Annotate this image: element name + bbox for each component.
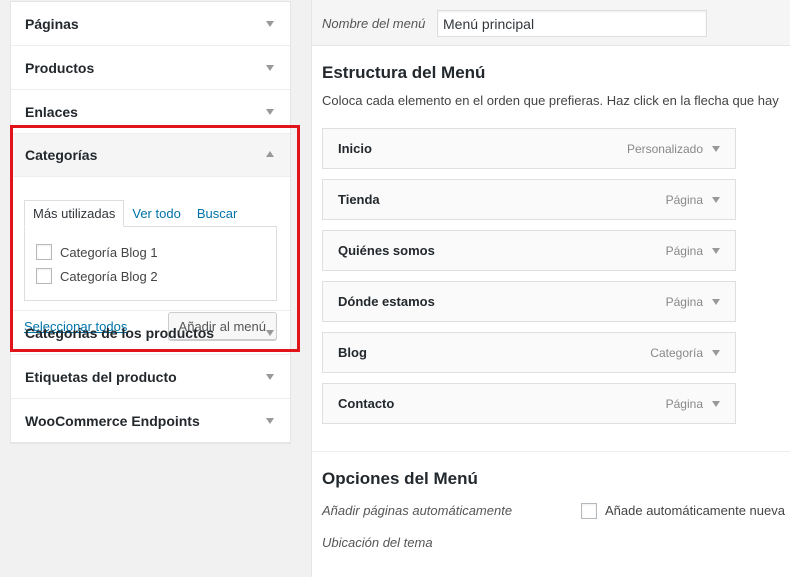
chevron-down-icon[interactable]: [712, 349, 720, 356]
categorias-panel: Más utilizadas Ver todo Buscar Categoría…: [11, 177, 290, 340]
chevron-down-icon[interactable]: [712, 298, 720, 305]
category-label[interactable]: Categoría Blog 1: [60, 245, 158, 260]
accordion-section-categorias: Categorías Más utilizadas Ver todo Busca…: [11, 134, 290, 340]
categorias-checklist: Categoría Blog 1 Categoría Blog 2: [24, 226, 277, 301]
menu-item[interactable]: Blog Categoría: [322, 332, 736, 373]
chevron-down-icon[interactable]: [712, 145, 720, 152]
menu-item-title: Inicio: [338, 141, 372, 156]
menu-items-accordion: Páginas Productos Enlaces Categorías Más…: [10, 1, 291, 444]
auto-add-pages-checkbox-label[interactable]: Añade automáticamente nueva: [605, 503, 785, 518]
menu-item[interactable]: Tienda Página: [322, 179, 736, 220]
accordion-title: Etiquetas del producto: [25, 368, 177, 385]
theme-location-label: Ubicación del tema: [322, 535, 433, 550]
accordion-title: WooCommerce Endpoints: [25, 412, 200, 429]
accordion-section-etiquetas[interactable]: Etiquetas del producto: [11, 355, 290, 399]
menu-options-title: Opciones del Menú: [322, 469, 478, 488]
menu-name-bar: Nombre del menú: [312, 0, 790, 46]
accordion-title: Páginas: [25, 15, 79, 32]
menu-editor: Nombre del menú Estructura del Menú Colo…: [311, 0, 790, 577]
chevron-down-icon[interactable]: [266, 21, 274, 27]
chevron-down-icon[interactable]: [266, 330, 274, 336]
chevron-down-icon[interactable]: [712, 196, 720, 203]
menu-item[interactable]: Dónde estamos Página: [322, 281, 736, 322]
accordion-header[interactable]: Productos: [11, 46, 290, 89]
accordion-header[interactable]: Enlaces: [11, 90, 290, 133]
category-label[interactable]: Categoría Blog 2: [60, 269, 158, 284]
tab-ver-todo[interactable]: Ver todo: [124, 200, 188, 227]
menu-item[interactable]: Quiénes somos Página: [322, 230, 736, 271]
chevron-down-icon[interactable]: [266, 418, 274, 424]
menu-structure-description: Coloca cada elemento en el orden que pre…: [322, 93, 779, 108]
menu-item[interactable]: Contacto Página: [322, 383, 736, 424]
menu-item-type: Personalizado: [626, 141, 703, 156]
accordion-header[interactable]: Etiquetas del producto: [11, 355, 290, 398]
menu-item-title: Quiénes somos: [338, 243, 435, 258]
menu-item-title: Dónde estamos: [338, 294, 435, 309]
menu-item-type: Página: [665, 396, 703, 411]
chevron-up-icon[interactable]: [266, 151, 274, 157]
accordion-section-woocommerce-endpoints[interactable]: WooCommerce Endpoints: [11, 399, 290, 443]
tab-buscar[interactable]: Buscar: [189, 200, 245, 227]
accordion-title: Categorías: [25, 147, 98, 163]
chevron-down-icon[interactable]: [266, 65, 274, 71]
menu-item-type: Categoría: [650, 345, 703, 360]
accordion-header[interactable]: Páginas: [11, 2, 290, 45]
category-checkbox[interactable]: [36, 268, 52, 284]
menu-item-type: Página: [665, 294, 703, 309]
chevron-down-icon[interactable]: [266, 374, 274, 380]
tab-mas-utilizadas[interactable]: Más utilizadas: [24, 200, 125, 227]
accordion-section-paginas[interactable]: Páginas: [11, 2, 290, 46]
auto-add-pages-checkbox[interactable]: [581, 503, 597, 519]
chevron-down-icon[interactable]: [712, 400, 720, 407]
menu-item-title: Contacto: [338, 396, 395, 411]
chevron-down-icon[interactable]: [266, 109, 274, 115]
menu-item-title: Tienda: [338, 192, 380, 207]
menu-item-title: Blog: [338, 345, 367, 360]
accordion-title: Productos: [25, 59, 95, 76]
accordion-header[interactable]: Categorías: [11, 134, 290, 177]
menu-item-type: Página: [665, 192, 703, 207]
category-checkbox[interactable]: [36, 244, 52, 260]
list-item: Categoría Blog 1: [36, 240, 265, 264]
accordion-header[interactable]: Categorias de los productos: [11, 311, 290, 354]
chevron-down-icon[interactable]: [712, 247, 720, 254]
accordion-header[interactable]: WooCommerce Endpoints: [11, 399, 290, 442]
menu-structure-title: Estructura del Menú: [322, 63, 486, 82]
menu-name-input[interactable]: [437, 10, 707, 37]
list-item: Categoría Blog 2: [36, 264, 265, 288]
accordion-section-categorias-productos[interactable]: Categorias de los productos: [11, 311, 290, 355]
accordion-section-productos[interactable]: Productos: [11, 46, 290, 90]
accordion-title: Enlaces: [25, 103, 78, 120]
accordion-section-enlaces[interactable]: Enlaces: [11, 90, 290, 134]
categorias-tabs: Más utilizadas Ver todo Buscar: [24, 200, 277, 227]
menu-item[interactable]: Inicio Personalizado: [322, 128, 736, 169]
accordion-title: Categorias de los productos: [25, 324, 215, 341]
menu-item-type: Página: [665, 243, 703, 258]
auto-add-pages-label: Añadir páginas automáticamente: [322, 503, 513, 518]
divider: [312, 451, 790, 452]
menu-name-label: Nombre del menú: [322, 16, 426, 31]
